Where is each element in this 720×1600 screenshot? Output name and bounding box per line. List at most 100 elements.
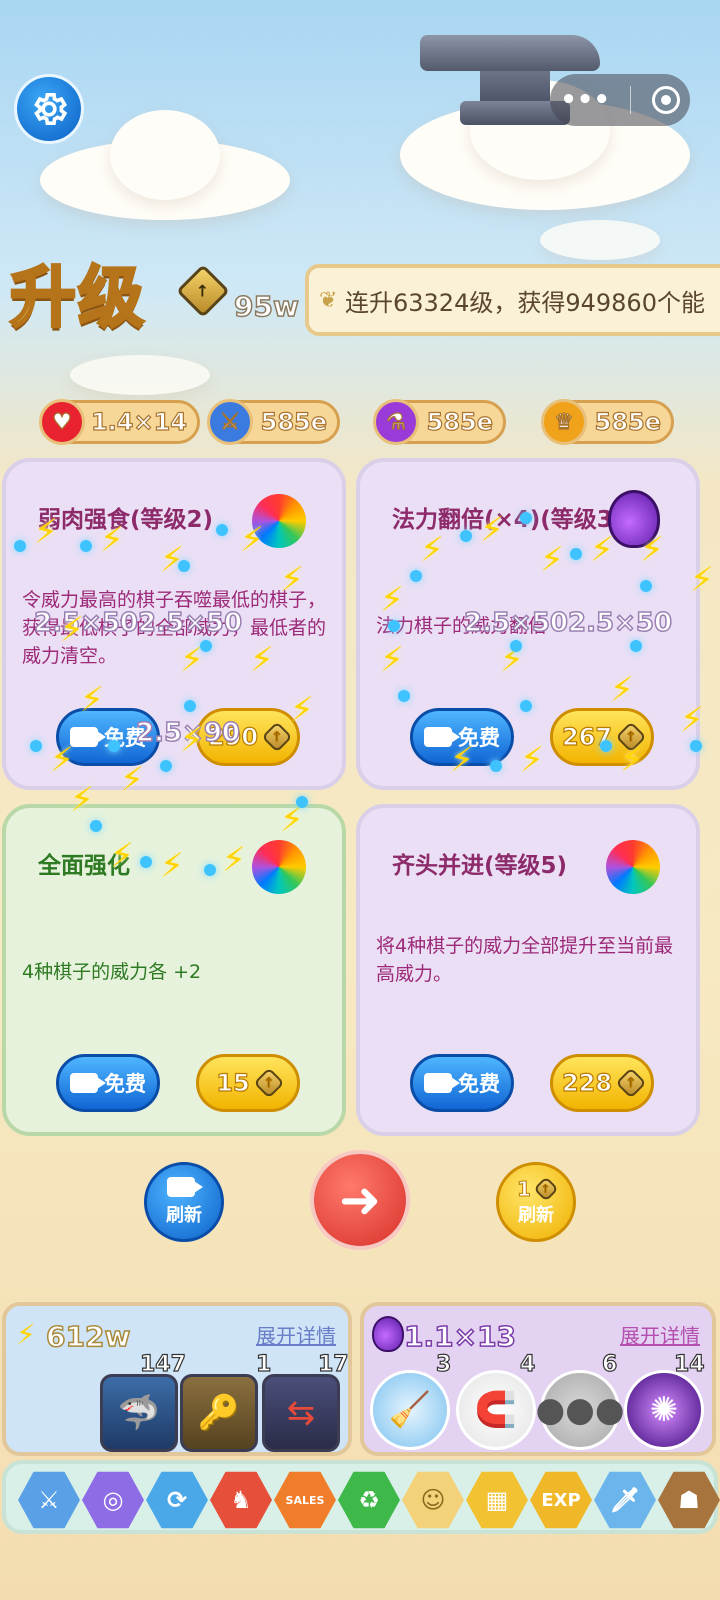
lightning-icon: ⚡ bbox=[380, 580, 404, 620]
ice-sword-icon[interactable]: 🗡 bbox=[594, 1471, 656, 1529]
cloud-decoration bbox=[70, 355, 210, 395]
video-camera-icon bbox=[167, 1177, 203, 1197]
sword-icon: ⚔ bbox=[207, 399, 253, 445]
lightning-icon: ⚡ bbox=[60, 610, 84, 650]
spark-dot bbox=[398, 690, 410, 702]
expand-details-link[interactable]: 展开详情 bbox=[256, 1320, 336, 1349]
spark-dot bbox=[140, 856, 152, 868]
lightning-icon: ⚡ bbox=[420, 530, 444, 570]
lightning-icon: ⚡ bbox=[222, 840, 246, 880]
spark-dot bbox=[90, 820, 102, 832]
video-camera-icon bbox=[70, 1073, 106, 1093]
vortex-icon[interactable]: ✺ bbox=[624, 1370, 704, 1450]
resource-crown: ♛ 585e bbox=[541, 399, 674, 445]
cost-button[interactable]: 15 ↑ bbox=[196, 1054, 300, 1112]
exp-icon[interactable]: EXP bbox=[530, 1471, 592, 1529]
recycle-icon[interactable]: ♻ bbox=[338, 1471, 400, 1529]
golem-icon[interactable]: ☗ bbox=[658, 1471, 720, 1529]
swap-icon[interactable]: ⇆ bbox=[262, 1374, 340, 1452]
lightning-icon: ⚡ bbox=[690, 560, 714, 600]
upgrade-point-icon: ↑ bbox=[261, 721, 293, 753]
item-count: 3 bbox=[435, 1351, 452, 1377]
close-button[interactable] bbox=[651, 86, 680, 114]
lightning-icon: ⚡ bbox=[110, 836, 134, 876]
cloud-decoration bbox=[540, 220, 660, 260]
item-count: 147 bbox=[139, 1351, 186, 1377]
lightning-icon: ⚡ bbox=[450, 740, 474, 780]
lightning-icon: ⚡ bbox=[680, 700, 704, 740]
floating-number: 2.5×502.5×50 bbox=[463, 607, 673, 639]
more-button[interactable]: ••• bbox=[560, 85, 610, 115]
free-video-button[interactable]: 免费 bbox=[410, 1054, 514, 1112]
bottom-toolbar: ⚔ ◎ ⟳ ♞ SALES ♻ ☺ ▦ EXP 🗡 ☗ bbox=[2, 1460, 720, 1534]
mop-icon[interactable]: 🧹 bbox=[370, 1370, 450, 1450]
spark-dot bbox=[184, 700, 196, 712]
rings-icon[interactable]: ◎ bbox=[82, 1471, 144, 1529]
settings-button[interactable] bbox=[14, 74, 84, 144]
spark-dot bbox=[296, 796, 308, 808]
lightning-icon: ⚡ bbox=[610, 670, 634, 710]
magnet-icon[interactable]: 🧲 bbox=[456, 1370, 536, 1450]
energy-panel: ⚡ 612w 展开详情 🦈 147 🔑 1 ⇆ 17 bbox=[2, 1302, 352, 1456]
spark-dot bbox=[388, 620, 400, 632]
sales-icon[interactable]: SALES bbox=[274, 1471, 336, 1529]
mana-panel: 1.1×13 展开详情 🧹 3 🧲 4 ●●● 6 ✺ 14 bbox=[360, 1302, 716, 1456]
cloud-decoration bbox=[110, 110, 220, 200]
item-count: 4 bbox=[519, 1351, 536, 1377]
video-camera-icon bbox=[70, 727, 106, 747]
upgrade-points: 95w bbox=[233, 289, 299, 324]
refresh-video-button[interactable]: 刷新 bbox=[144, 1162, 224, 1242]
video-camera-icon bbox=[424, 727, 460, 747]
cost-value: 15 bbox=[216, 1068, 251, 1097]
spark-dot bbox=[520, 512, 532, 524]
key-icon[interactable]: 🔑 bbox=[180, 1374, 258, 1452]
rainbow-swirl-icon bbox=[252, 840, 306, 894]
spark-dot bbox=[204, 864, 216, 876]
potion-icon bbox=[372, 1316, 404, 1352]
spark-dot bbox=[410, 570, 422, 582]
shark-icon[interactable]: 🦈 bbox=[100, 1374, 178, 1452]
spark-dot bbox=[160, 760, 172, 772]
stones-icon[interactable]: ●●● bbox=[536, 1370, 625, 1450]
crossed-swords-icon[interactable]: ⚔ bbox=[18, 1471, 80, 1529]
resource-potion: ⚗ 585e bbox=[373, 399, 506, 445]
angel-icon[interactable]: ☺ bbox=[402, 1471, 464, 1529]
item-count: 6 bbox=[601, 1351, 618, 1377]
energy-value: 612w bbox=[45, 1319, 131, 1354]
upgrade-card[interactable]: 齐头并进(等级5) 将4种棋子的威力全部提升至当前最高威力。 免费 228 ↑ bbox=[356, 804, 700, 1136]
spark-dot bbox=[30, 740, 42, 752]
refresh-label: 刷新 bbox=[166, 1205, 202, 1226]
lightning-icon: ⚡ bbox=[180, 720, 204, 760]
refresh-cost-button[interactable]: 1 ↑ 刷新 bbox=[496, 1162, 576, 1242]
warrior-icon[interactable]: ♞ bbox=[210, 1471, 272, 1529]
free-video-button[interactable]: 免费 bbox=[56, 1054, 160, 1112]
refresh-cost-value: 1 bbox=[517, 1177, 532, 1202]
gear-icon bbox=[34, 93, 68, 125]
lightning-icon: ⚡ bbox=[240, 520, 264, 560]
next-button[interactable]: ➜ bbox=[310, 1150, 410, 1250]
spark-dot bbox=[14, 540, 26, 552]
lightning-icon: ⚡ bbox=[16, 1318, 36, 1351]
resource-heart: ♥ 1.4×14 bbox=[39, 399, 200, 445]
cost-button[interactable]: 228 ↑ bbox=[550, 1054, 654, 1112]
capsule-divider bbox=[630, 86, 632, 114]
spark-dot bbox=[570, 548, 582, 560]
refresh-icon[interactable]: ⟳ bbox=[146, 1471, 208, 1529]
lightning-icon: ⚡ bbox=[250, 640, 274, 680]
lightning-icon: ⚡ bbox=[100, 520, 124, 560]
upgrade-point-icon: ↑ bbox=[615, 1067, 647, 1099]
spark-dot bbox=[200, 640, 212, 652]
heart-icon: ♥ bbox=[39, 399, 85, 445]
leaf-icon: ❦ bbox=[319, 287, 338, 313]
cost-value: 228 bbox=[561, 1068, 613, 1097]
item-count: 1 bbox=[255, 1351, 272, 1377]
spark-dot bbox=[80, 540, 92, 552]
lightning-icon: ⚡ bbox=[640, 530, 664, 570]
expand-details-link[interactable]: 展开详情 bbox=[620, 1320, 700, 1349]
spark-dot bbox=[520, 700, 532, 712]
blocks-icon[interactable]: ▦ bbox=[466, 1471, 528, 1529]
spark-dot bbox=[630, 640, 642, 652]
spark-dot bbox=[640, 580, 652, 592]
lightning-icon: ⚡ bbox=[80, 680, 104, 720]
spark-dot bbox=[510, 640, 522, 652]
